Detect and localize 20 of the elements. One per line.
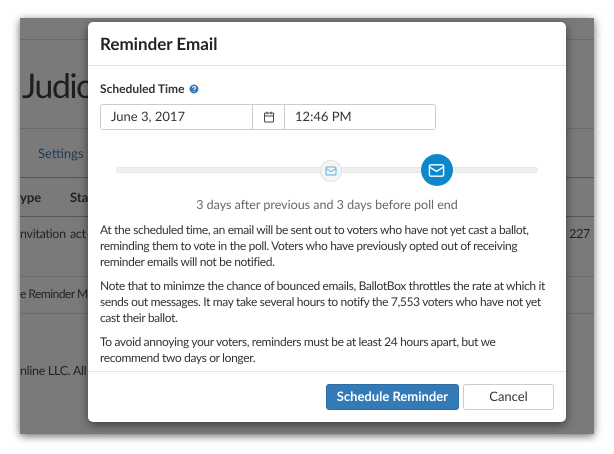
description-paragraph: At the scheduled time, an email will be sent out to voters who have not yet cast a ballot, reminding them to vote in the poll. Voters who have previously opted out of receiving reminder emails will not be notified. (100, 222, 530, 270)
column-header: ype (20, 188, 42, 207)
reminder-item: e Reminder M (20, 286, 88, 300)
table-cell-text: act (70, 224, 86, 242)
column-header: Sta (70, 188, 88, 207)
table-cell-text: nvitation (20, 224, 67, 242)
page-heading: Judic (22, 64, 91, 108)
cancel-button[interactable]: Cancel (463, 384, 554, 410)
mail-icon (428, 162, 446, 178)
field-label: Scheduled Time (100, 80, 185, 98)
footer-text: nline LLC. All (20, 362, 86, 378)
schedule-button[interactable]: Schedule Reminder (326, 384, 459, 410)
dialog-title: Reminder Email (100, 32, 218, 56)
table-cell-text: 227 (569, 224, 590, 242)
schedule-caption: 3 days after previous and 3 days before poll end (196, 197, 458, 212)
slider-thumb[interactable] (420, 154, 453, 186)
description-paragraph: To avoid annoying your voters, reminders must be at least 24 hours apart, but we recommend two days or longer. (100, 334, 497, 366)
mail-icon (325, 165, 338, 177)
description-paragraph: Note that to minimze the chance of bounced emails, BallotBox throttles the rate at which it sends out messages. It may take several hours to notify the 7,553 voters who have not yet cast their ballot. (100, 278, 546, 326)
help-icon[interactable] (188, 83, 200, 95)
